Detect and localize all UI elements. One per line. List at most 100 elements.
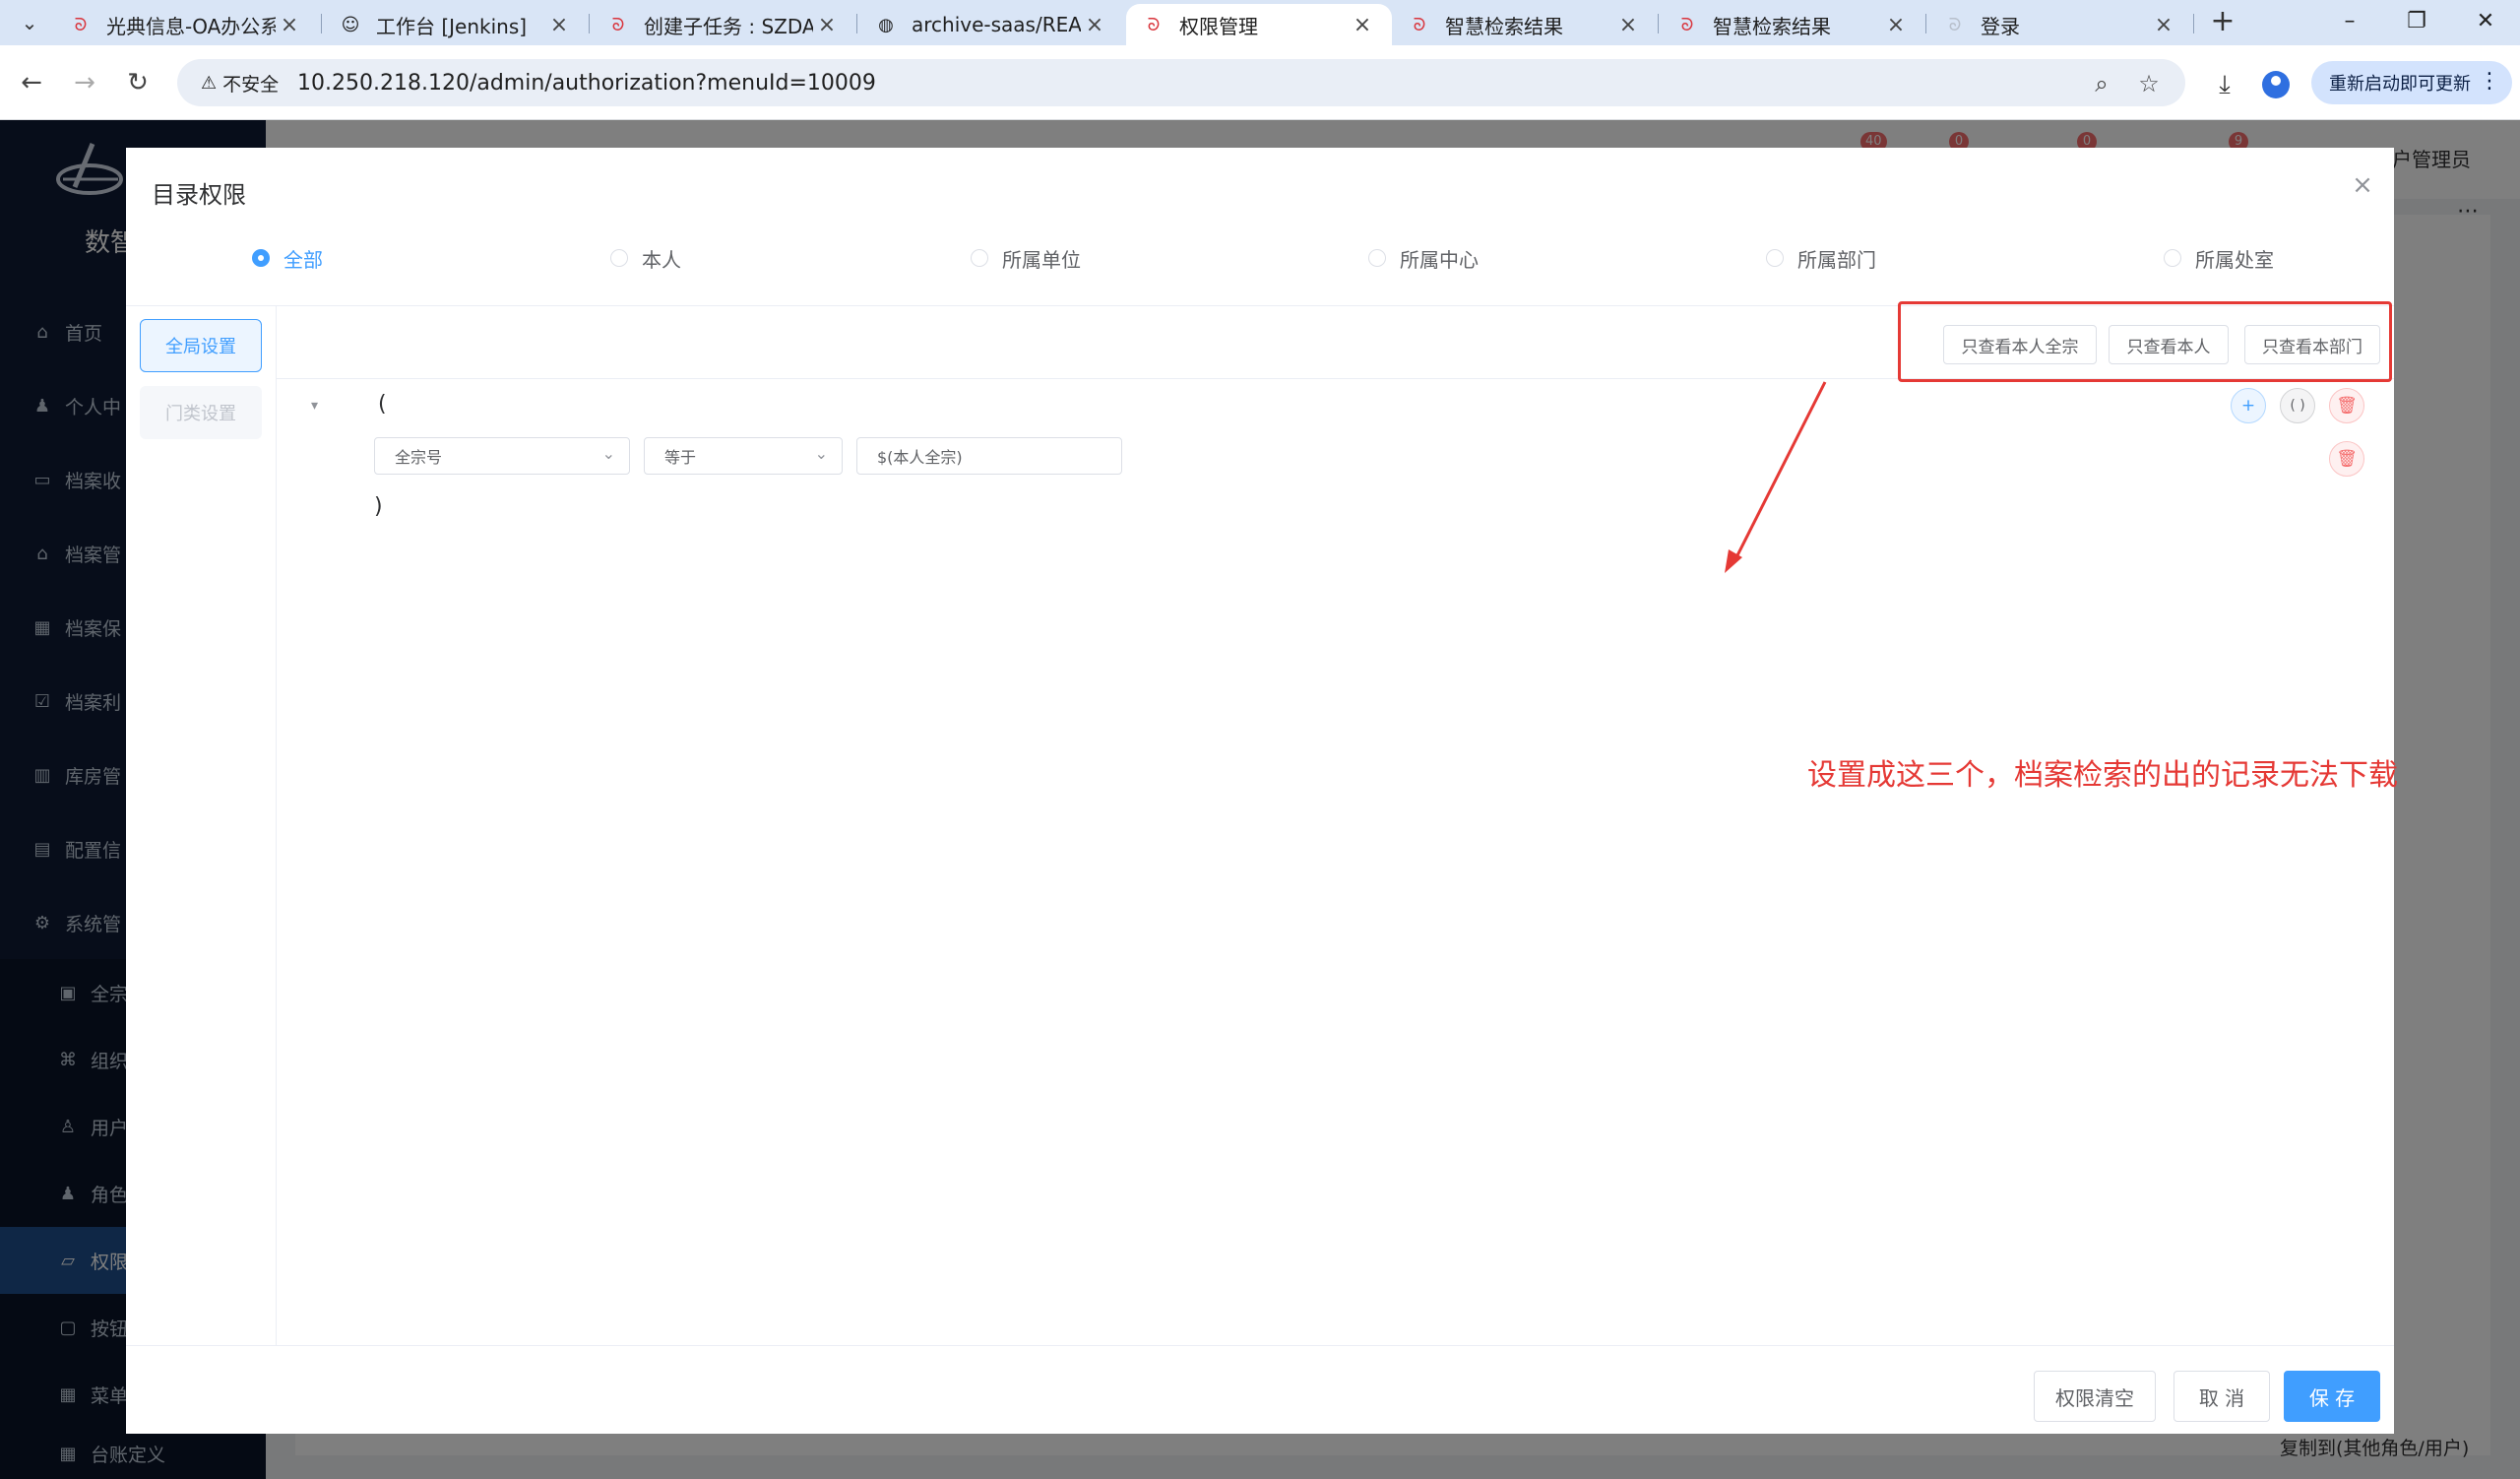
browser-tab[interactable]: ᘐ 光典信息-OA办公系统 × — [53, 4, 319, 45]
browser-tab[interactable]: ᘐ 创建子任务 : SZDA- × — [591, 4, 856, 45]
tab-close-icon[interactable]: × — [813, 13, 841, 37]
tab-close-icon[interactable]: × — [2150, 13, 2177, 37]
browser-tab[interactable]: ᘐ 智慧检索结果 × — [1660, 4, 1925, 45]
condition-value-input[interactable]: $(本人全宗) — [856, 437, 1122, 475]
chevron-down-icon: ⌄ — [601, 444, 615, 463]
group-close-paren: ) — [374, 494, 383, 519]
chevron-down-icon: ⌄ — [814, 444, 828, 463]
tab-title: archive-saas/READ — [912, 13, 1081, 36]
cancel-button[interactable]: 取 消 — [2174, 1371, 2270, 1422]
annotation-text: 设置成这三个，档案检索的出的记录无法下载 — [1807, 758, 2398, 793]
profile-avatar-icon[interactable] — [2262, 71, 2290, 98]
divider — [276, 305, 277, 1345]
security-indicator[interactable]: ⚠ 不安全 — [191, 68, 288, 97]
only-own-fonds-button[interactable]: 只查看本人全宗 — [1943, 325, 2097, 364]
address-bar[interactable]: ⚠ 不安全 10.250.218.120/admin/authorization… — [177, 59, 2185, 106]
browser-tab-bar: ⌄ ᘐ 光典信息-OA办公系统 × ☺ 工作台 [Jenkins] × ᘐ 创建… — [0, 0, 2520, 45]
forward-arrow-icon[interactable]: → — [65, 63, 104, 102]
scope-radio-unit[interactable]: 所属单位 — [971, 236, 1081, 280]
radio-circle-icon — [1766, 249, 1784, 267]
tab-title: 光典信息-OA办公系统 — [106, 14, 276, 38]
browser-toolbar: ← → ↻ ⚠ 不安全 10.250.218.120/admin/authori… — [0, 45, 2520, 120]
tab-category-settings[interactable]: 门类设置 — [140, 386, 262, 439]
only-self-button[interactable]: 只查看本人 — [2109, 325, 2229, 364]
close-icon[interactable]: × — [2347, 169, 2378, 201]
app-logo-icon: ᘐ — [611, 14, 625, 35]
radio-label: 本人 — [642, 247, 681, 272]
group-open-paren: ( — [378, 392, 387, 417]
window-close-icon[interactable]: ✕ — [2455, 0, 2516, 43]
save-button[interactable]: 保 存 — [2284, 1371, 2380, 1422]
jenkins-icon: ☺ — [341, 14, 360, 35]
clear-permission-button[interactable]: 权限清空 — [2034, 1371, 2156, 1422]
add-condition-plus-icon[interactable]: + — [2231, 388, 2266, 423]
browser-tab[interactable]: ◍ archive-saas/READ × — [858, 4, 1124, 45]
tab-search-chevron-icon[interactable]: ⌄ — [10, 7, 49, 38]
radio-circle-icon — [971, 249, 988, 267]
url-text[interactable]: 10.250.218.120/admin/authorization?menuI… — [297, 71, 876, 96]
radio-label: 所属部门 — [1797, 247, 1876, 272]
tab-close-icon[interactable]: × — [1882, 13, 1910, 37]
back-arrow-icon[interactable]: ← — [12, 63, 51, 102]
radio-label: 所属中心 — [1400, 247, 1479, 272]
tab-title: 工作台 [Jenkins] — [376, 14, 528, 38]
divider — [126, 1345, 2394, 1346]
radio-circle-icon — [252, 249, 270, 267]
browser-tab[interactable]: ᘐ 智慧检索结果 × — [1392, 4, 1658, 45]
browser-tab-active[interactable]: ᘐ 权限管理 × — [1126, 4, 1392, 45]
app-logo-icon: ᘐ — [74, 14, 88, 35]
scope-radio-center[interactable]: 所属中心 — [1368, 236, 1479, 280]
app-logo-icon: ᘐ — [1413, 14, 1426, 35]
tab-close-icon[interactable]: × — [1614, 13, 1642, 37]
collapse-caret-icon[interactable]: ▾ — [311, 398, 318, 414]
globe-icon: ◍ — [878, 14, 894, 35]
update-button-label: 重新启动即可更新 — [2329, 74, 2471, 95]
reload-icon[interactable]: ↻ — [118, 63, 158, 102]
scope-radio-self[interactable]: 本人 — [610, 236, 681, 280]
restore-icon[interactable]: ❐ — [2386, 0, 2447, 43]
condition-field-select[interactable]: 全宗号 ⌄ — [374, 437, 630, 475]
radio-label: 所属单位 — [1002, 247, 1081, 272]
condition-operator-select[interactable]: 等于 ⌄ — [644, 437, 843, 475]
tab-global-settings[interactable]: 全局设置 — [140, 319, 262, 372]
input-value: $(本人全宗) — [877, 448, 963, 467]
warning-triangle-icon: ⚠ — [201, 72, 218, 94]
directory-permission-dialog: 目录权限 × 全部 本人 所属单位 所属中心 所属部门 所属处室 全局设置 门类… — [126, 148, 2398, 1434]
only-own-department-button[interactable]: 只查看本部门 — [2244, 325, 2380, 364]
scope-radio-department[interactable]: 所属部门 — [1766, 236, 1876, 280]
tab-separator — [1925, 14, 1926, 33]
app-logo-icon: ᘐ — [1680, 14, 1694, 35]
zoom-magnifier-icon[interactable]: ⌕ — [2087, 69, 2116, 98]
more-vertical-icon: ⋮ — [2479, 69, 2500, 94]
tab-close-icon[interactable]: × — [545, 13, 573, 37]
radio-circle-icon — [1368, 249, 1386, 267]
bookmark-star-icon[interactable]: ☆ — [2134, 69, 2164, 98]
tab-close-icon[interactable]: × — [1349, 13, 1376, 37]
tab-separator — [589, 14, 590, 33]
select-value: 全宗号 — [395, 448, 443, 467]
download-icon[interactable]: ⤓ — [2207, 67, 2242, 102]
dialog-title: 目录权限 — [152, 181, 246, 209]
tab-title: 登录 — [1981, 14, 2020, 38]
update-button[interactable]: 重新启动即可更新 ⋮ — [2311, 61, 2512, 104]
browser-tab[interactable]: ☺ 工作台 [Jenkins] × — [323, 4, 589, 45]
delete-condition-trash-icon[interactable]: 🗑 — [2329, 441, 2364, 477]
app-logo-icon: ᘐ — [1948, 14, 1962, 35]
tab-separator — [321, 14, 322, 33]
radio-circle-icon — [610, 249, 628, 267]
browser-tab[interactable]: ᘐ 登录 × — [1927, 4, 2193, 45]
tab-close-icon[interactable]: × — [1081, 13, 1108, 37]
tab-title: 智慧检索结果 — [1445, 14, 1563, 38]
new-tab-plus-icon[interactable]: + — [2205, 6, 2240, 39]
scope-radio-all[interactable]: 全部 — [252, 236, 323, 280]
tab-title: 创建子任务 : SZDA- — [644, 14, 813, 38]
scope-radio-office[interactable]: 所属处室 — [2164, 236, 2274, 280]
delete-group-trash-icon[interactable]: 🗑 — [2329, 388, 2364, 423]
add-group-parens-icon[interactable]: ( ) — [2280, 388, 2315, 423]
tab-close-icon[interactable]: × — [276, 13, 303, 37]
tab-separator — [1658, 14, 1659, 33]
minimize-icon[interactable]: – — [2319, 0, 2380, 43]
app-logo-icon: ᘐ — [1147, 14, 1161, 35]
select-value: 等于 — [664, 448, 697, 467]
tab-title: 智慧检索结果 — [1713, 14, 1831, 38]
